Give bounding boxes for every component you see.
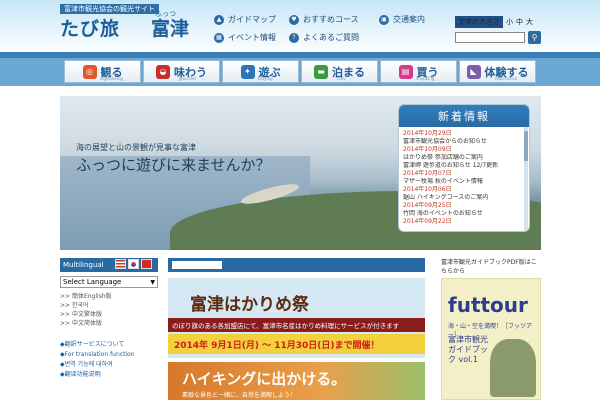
- bowl-icon: ◒: [156, 64, 170, 79]
- site-logo-city[interactable]: 富津: [151, 18, 189, 40]
- news-date: 2014年10月09日: [403, 146, 452, 153]
- guide-map-label: ガイドマップ: [228, 15, 276, 24]
- site-header: 富津市観光協会の観光サイト ふっつ たび旅 富津 ▲ ガイドマップ ♥ おすすめ…: [0, 0, 600, 56]
- nav-item-experience[interactable]: ◣ 体験する experience: [459, 60, 536, 83]
- news-link[interactable]: 富津市観光協会からのお知らせ: [403, 138, 523, 146]
- nav-sub-label: shopping: [416, 76, 435, 81]
- featured-section-label-box: [172, 261, 222, 269]
- news-panel: 新着情報 2014年10月29日 富津市観光協会からのお知らせ 2014年10月…: [398, 104, 530, 232]
- news-date: 2014年09月25日: [403, 202, 452, 209]
- transport-link[interactable]: ▣ 交通案内: [379, 14, 425, 25]
- news-link[interactable]: 富津岬 遊歩道のお知らせ 12/7更新: [403, 162, 523, 170]
- event-info-label: イベント情報: [228, 33, 276, 42]
- futtour-guidebook-banner[interactable]: futtour 海・山・空を満喫！［フッツアー］ 富津市観光ガイドブック vol…: [441, 278, 541, 400]
- translation-link-list: ◆翻訳サービスについて ◆For translation function ◆번…: [60, 340, 135, 380]
- shoe-icon: ◣: [466, 64, 481, 79]
- translation-link[interactable]: ◆翻译功能说明: [60, 370, 135, 380]
- futtour-guide-label: 富津市観光ガイドブック vol.1: [448, 335, 488, 364]
- guidebook-link-text[interactable]: 富津市観光ガイドブックPDF版はこちらから: [441, 258, 541, 276]
- translation-link[interactable]: ◆번역 기능에 대하여: [60, 360, 135, 370]
- nav-sub-label: playing: [258, 76, 273, 81]
- hiking-banner[interactable]: ハイキングに出かける。 素敵な景色と一緒に、自然を満喫しよう！: [168, 362, 425, 400]
- bed-icon: ▬: [314, 64, 328, 79]
- news-link[interactable]: 竹岡 海のイベントのお知らせ: [403, 210, 523, 218]
- font-size-control: 文字の大きさ 小 中 大: [455, 16, 533, 28]
- news-link[interactable]: 鋸山 ハイキングコースのご案内: [403, 194, 523, 202]
- news-date: 2014年10月06日: [403, 186, 452, 193]
- festival-description: のぼり旗のある各加盟店にて、富津市名産はかりめ料理にサービスが付きます: [168, 318, 425, 332]
- play-icon: ✦: [240, 64, 255, 79]
- nav-sub-label: gourmet: [179, 76, 197, 81]
- nav-sub-label: stay: [337, 76, 346, 81]
- nav-sub-label: experience: [495, 76, 518, 81]
- nav-item-shopping[interactable]: ▤ 買う shopping: [380, 60, 457, 83]
- search-icon: ⚲: [531, 33, 538, 42]
- news-link[interactable]: マザー牧場 秋のイベント情報: [403, 178, 523, 186]
- hero-title: ふっつに遊びに来ませんか？: [76, 156, 271, 174]
- faq-label: よくあるご質問: [303, 33, 359, 42]
- language-link-list: >> 簡体English版 >> 한국어 >> 中文繁体版 >> 中文简体版: [60, 292, 112, 328]
- us-flag-icon[interactable]: [115, 259, 126, 269]
- faq-link[interactable]: ? よくあるご質問: [289, 32, 359, 43]
- chevron-down-icon: ▼: [150, 278, 155, 286]
- event-info-link[interactable]: ▦ イベント情報: [214, 32, 276, 43]
- news-link[interactable]: はかりめ祭 参加店舗のご案内: [403, 154, 523, 162]
- heart-icon: ♥: [289, 14, 299, 25]
- search-input[interactable]: [455, 32, 525, 43]
- translation-link[interactable]: ◆翻訳サービスについて: [60, 340, 135, 350]
- translation-link[interactable]: ◆For translation function: [60, 350, 135, 360]
- recommended-course-label: おすすめコース: [303, 15, 359, 24]
- lang-link-chinese-traditional[interactable]: >> 中文繁体版: [60, 310, 112, 319]
- news-scrollbar-thumb[interactable]: [524, 131, 528, 161]
- recommended-course-link[interactable]: ♥ おすすめコース: [289, 14, 359, 25]
- hakarime-festival-banner[interactable]: 富津はかりめ祭 のぼり旗のある各加盟店にて、富津市名産はかりめ料理にサービスが付…: [168, 278, 425, 358]
- guide-map-link[interactable]: ▲ ガイドマップ: [214, 14, 276, 25]
- hiking-title: ハイキングに出かける。: [182, 370, 347, 388]
- page: 富津市観光協会の観光サイト ふっつ たび旅 富津 ▲ ガイドマップ ♥ おすすめ…: [0, 0, 600, 400]
- hero-subtitle: 海の展望と山の景観が見事な富津: [76, 143, 196, 152]
- question-icon: ?: [289, 32, 299, 43]
- font-size-medium[interactable]: 中: [516, 17, 523, 27]
- news-title: 新着情報: [399, 105, 529, 127]
- map-icon: ▲: [214, 14, 224, 25]
- font-size-label: 文字の大きさ: [455, 16, 503, 28]
- news-date: 2014年09月22日: [403, 218, 452, 225]
- language-select-value: Select Language: [63, 278, 122, 286]
- festival-dates: 2014年 9月1日(月) 〜 11月30日(日)まで開催！: [168, 334, 425, 354]
- transport-label: 交通案内: [393, 15, 425, 24]
- site-logo[interactable]: たび旅: [60, 18, 120, 40]
- korea-flag-icon[interactable]: [128, 259, 139, 269]
- main-nav: ◎ 観る sightseeing ◒ 味わう gourmet ✦ 遊ぶ play…: [0, 58, 600, 86]
- search-button[interactable]: ⚲: [528, 31, 541, 44]
- nav-item-stay[interactable]: ▬ 泊まる stay: [301, 60, 378, 83]
- font-size-large[interactable]: 大: [526, 17, 533, 27]
- nav-sub-label: sightseeing: [100, 76, 124, 81]
- nav-item-sightseeing[interactable]: ◎ 観る sightseeing: [64, 60, 141, 83]
- news-date: 2014年10月29日: [403, 130, 452, 137]
- calendar-icon: ▦: [214, 32, 224, 43]
- futtour-logo: futtour: [448, 293, 528, 317]
- rock-illustration: [490, 339, 536, 397]
- news-date: 2014年10月07日: [403, 170, 452, 177]
- nav-item-playing[interactable]: ✦ 遊ぶ playing: [222, 60, 299, 83]
- hiking-subtitle: 素敵な景色と一緒に、自然を満喫しよう！: [182, 392, 296, 399]
- language-select[interactable]: Select Language ▼: [60, 276, 158, 288]
- lang-link-korean[interactable]: >> 한국어: [60, 301, 112, 310]
- language-flags: [115, 259, 152, 269]
- train-icon: ▣: [379, 14, 389, 25]
- lang-link-english[interactable]: >> 簡体English版: [60, 292, 112, 301]
- china-flag-icon[interactable]: [141, 259, 152, 269]
- festival-title: 富津はかりめ祭: [190, 295, 309, 315]
- lang-link-chinese-simplified[interactable]: >> 中文简体版: [60, 319, 112, 328]
- featured-section-header: [168, 258, 425, 272]
- font-size-small[interactable]: 小: [506, 17, 513, 27]
- news-list: 2014年10月29日 富津市観光協会からのお知らせ 2014年10月09日 は…: [399, 127, 529, 231]
- shopping-icon: ▤: [398, 64, 413, 79]
- site-tagline: 富津市観光協会の観光サイト: [60, 4, 159, 14]
- nav-item-gourmet[interactable]: ◒ 味わう gourmet: [143, 60, 220, 83]
- sightseeing-icon: ◎: [82, 64, 97, 79]
